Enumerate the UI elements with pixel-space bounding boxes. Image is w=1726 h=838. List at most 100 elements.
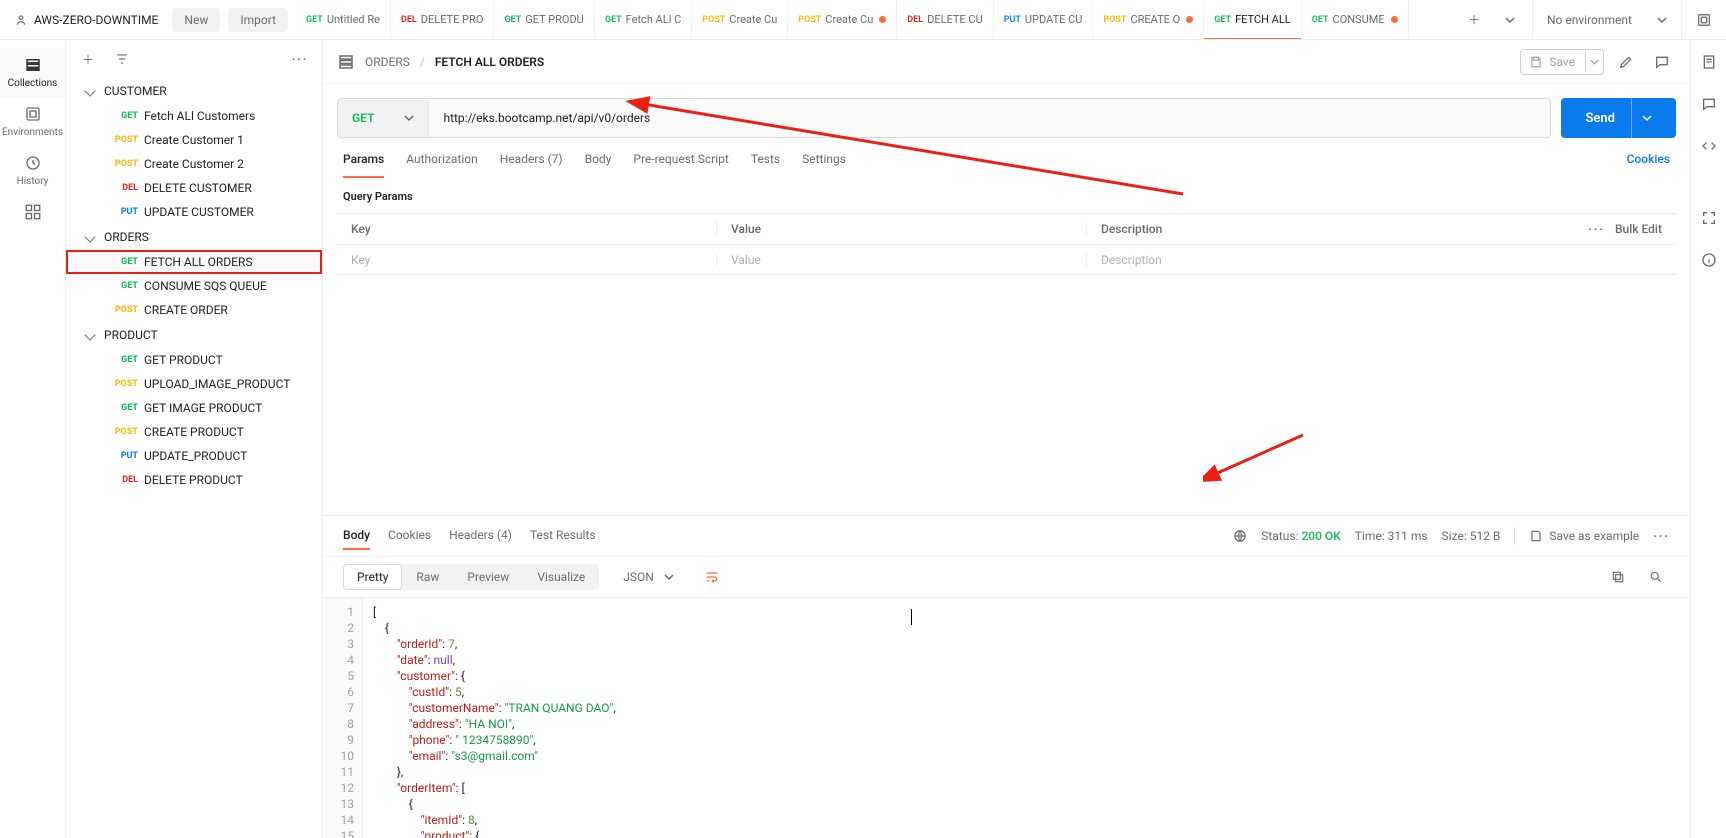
tree-request[interactable]: PUTUPDATE CUSTOMER	[66, 200, 322, 224]
subtab[interactable]: Params	[343, 152, 384, 178]
copy-response-button[interactable]	[1604, 563, 1632, 591]
tree-request[interactable]: GETCONSUME SQS QUEUE	[66, 274, 322, 298]
request-tab[interactable]: GETGET PRODU	[494, 0, 594, 39]
response-more-button[interactable]: ···	[1653, 529, 1670, 543]
tree-folder[interactable]: CUSTOMER	[66, 78, 322, 104]
cookies-link[interactable]: Cookies	[1627, 152, 1670, 178]
related-button[interactable]	[1695, 204, 1723, 232]
request-tab[interactable]: GETUntitled Re	[296, 0, 391, 39]
response-time: Time: 311 ms	[1355, 529, 1428, 543]
breadcrumb-collection[interactable]: ORDERS	[365, 55, 410, 69]
request-tab[interactable]: POSTCreate Cu	[788, 0, 897, 39]
import-button[interactable]: Import	[228, 8, 288, 32]
rail-collections[interactable]: Collections	[0, 48, 65, 97]
request-label: FETCH ALL ORDERS	[144, 255, 253, 269]
share-button[interactable]	[1612, 48, 1640, 76]
request-tab[interactable]: POSTCreate Cu	[692, 0, 788, 39]
documentation-button[interactable]	[1695, 48, 1723, 76]
tree-folder[interactable]: PRODUCT	[66, 322, 322, 348]
rail-label: Environments	[2, 127, 63, 138]
tree-request[interactable]: POSTCreate Customer 1	[66, 128, 322, 152]
subtab[interactable]: Body	[585, 152, 612, 178]
subtab[interactable]: Headers (7)	[500, 152, 563, 178]
wrap-lines-button[interactable]	[698, 563, 726, 591]
tree-request[interactable]: GETFETCH ALL ORDERS	[66, 250, 322, 274]
request-tab[interactable]: DELDELETE CU	[897, 0, 993, 39]
save-button[interactable]: Save	[1520, 49, 1604, 75]
env-quicklook-button[interactable]	[1690, 6, 1718, 34]
tree-request[interactable]: PUTUPDATE_PRODUCT	[66, 444, 322, 468]
tree-folder[interactable]: ORDERS	[66, 224, 322, 250]
request-tab[interactable]: GETFetch ALl C	[595, 0, 692, 39]
tree-request[interactable]: GETGET IMAGE PRODUCT	[66, 396, 322, 420]
save-dropdown[interactable]	[1585, 52, 1603, 72]
subtab[interactable]: Pre-request Script	[633, 152, 728, 178]
qp-more-button[interactable]: ···	[1588, 222, 1605, 236]
response-tab[interactable]: Body	[343, 522, 370, 550]
sidebar-add-button[interactable]: ＋	[76, 47, 100, 71]
request-label: GET IMAGE PRODUCT	[144, 401, 262, 415]
tree-request[interactable]: POSTCREATE ORDER	[66, 298, 322, 322]
rail-environments[interactable]: Environments	[0, 97, 65, 146]
method-badge: GET	[1214, 15, 1231, 25]
rail-history[interactable]: History	[0, 146, 65, 195]
save-label: Save	[1549, 55, 1575, 69]
bulk-edit-link[interactable]: Bulk Edit	[1615, 222, 1662, 236]
subtab[interactable]: Settings	[802, 152, 846, 178]
url-input[interactable]	[429, 99, 1550, 137]
method-badge: DEL	[110, 475, 138, 485]
request-tab[interactable]: GETFETCH ALL	[1204, 0, 1301, 39]
tab-overflow-button[interactable]	[1496, 6, 1524, 34]
info-button[interactable]	[1695, 246, 1723, 274]
save-as-example-button[interactable]: Save as example	[1529, 529, 1639, 543]
tree-request[interactable]: POSTCREATE PRODUCT	[66, 420, 322, 444]
qp-value-input[interactable]: Value	[717, 253, 1087, 267]
filter-icon	[115, 52, 129, 66]
tree-request[interactable]: GETGET PRODUCT	[66, 348, 322, 372]
new-button[interactable]: New	[172, 8, 220, 32]
response-lang-selector[interactable]: JSON	[613, 564, 684, 590]
qp-key-input[interactable]: Key	[337, 253, 717, 267]
tree-request[interactable]: POSTUPLOAD_IMAGE_PRODUCT	[66, 372, 322, 396]
method-selector[interactable]: GET	[338, 99, 429, 137]
code-viewer[interactable]: [ { "orderId": 7, "date": null, "custome…	[363, 598, 1690, 838]
tab-label: UPDATE CU	[1025, 13, 1083, 26]
workspace-selector[interactable]: AWS-ZERO-DOWNTIME	[8, 13, 164, 27]
add-tab-button[interactable]: ＋	[1460, 6, 1488, 34]
code-snippet-button[interactable]	[1695, 132, 1723, 160]
tree-request[interactable]: GETFetch ALl Customers	[66, 104, 322, 128]
response-tab[interactable]: Cookies	[388, 522, 431, 550]
fmt-mode[interactable]: Visualize	[523, 564, 599, 590]
chevron-down-icon	[1590, 57, 1599, 67]
send-dropdown[interactable]	[1631, 98, 1652, 138]
subtab[interactable]: Authorization	[406, 152, 478, 178]
comments-pane-button[interactable]	[1695, 90, 1723, 118]
tree-request[interactable]: DELDELETE CUSTOMER	[66, 176, 322, 200]
sidebar-filter-button[interactable]	[110, 47, 134, 71]
comments-button[interactable]	[1648, 48, 1676, 76]
request-tab[interactable]: GETCONSUME	[1302, 0, 1409, 39]
tree-request[interactable]: DEL DELETE PRODUCT	[66, 468, 322, 492]
breadcrumb-separator: /	[420, 55, 425, 69]
send-button[interactable]: Send	[1561, 98, 1676, 138]
qp-desc-input[interactable]: Description	[1101, 253, 1162, 267]
fmt-mode[interactable]: Pretty	[343, 564, 402, 590]
request-label: DELETE PRODUCT	[144, 473, 243, 487]
tab-label: DELETE CU	[927, 13, 983, 26]
rail-more[interactable]	[0, 195, 65, 229]
chevron-down-icon	[1657, 15, 1667, 25]
fmt-mode[interactable]: Raw	[402, 564, 453, 590]
sidebar-more-button[interactable]: ···	[288, 47, 312, 71]
request-tab[interactable]: POSTCREATE O	[1093, 0, 1204, 39]
request-tab[interactable]: DELDELETE PRO	[391, 0, 494, 39]
response-tab[interactable]: Test Results	[530, 522, 596, 550]
environment-selector[interactable]: No environment	[1532, 0, 1682, 39]
request-tab[interactable]: PUTUPDATE CU	[994, 0, 1094, 39]
fmt-mode[interactable]: Preview	[453, 564, 523, 590]
method-badge: GET	[110, 355, 138, 365]
tab-label: Create Cu	[825, 13, 873, 26]
search-response-button[interactable]	[1642, 563, 1670, 591]
tree-request[interactable]: POSTCreate Customer 2	[66, 152, 322, 176]
subtab[interactable]: Tests	[751, 152, 780, 178]
response-tab[interactable]: Headers (4)	[449, 522, 512, 550]
